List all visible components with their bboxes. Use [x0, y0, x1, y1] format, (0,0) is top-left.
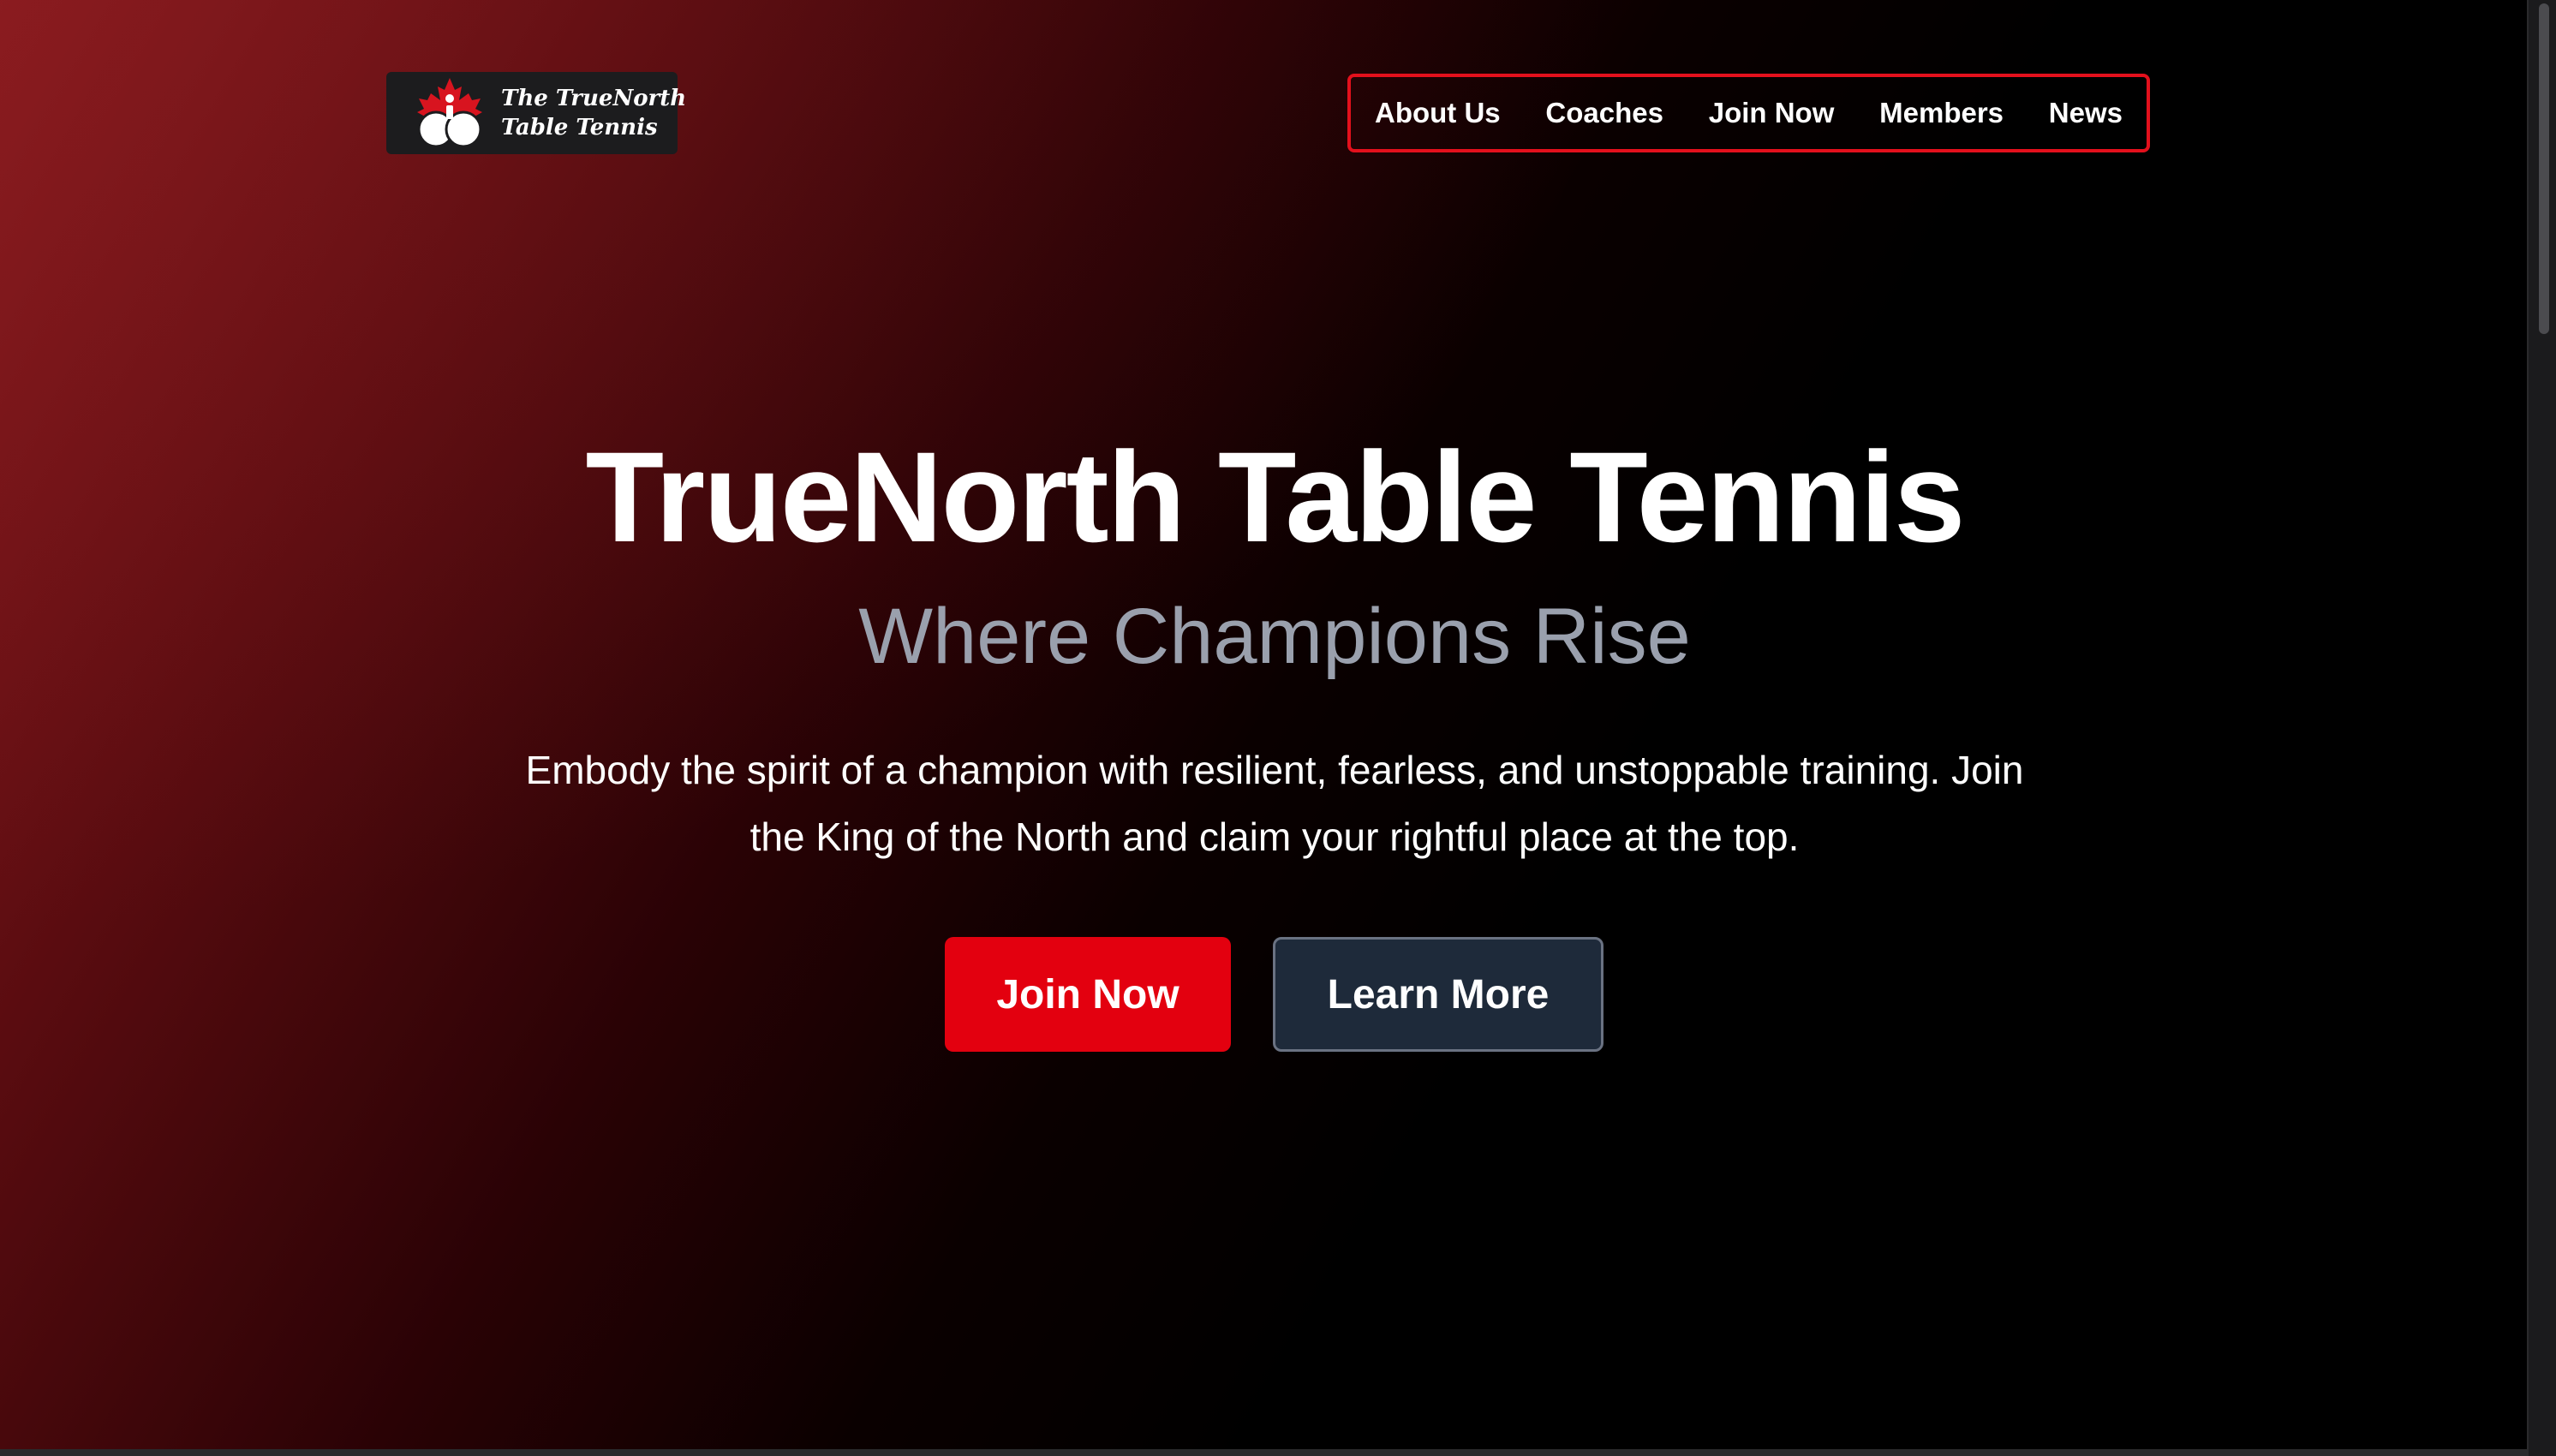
scrollbar-thumb[interactable]: [2539, 3, 2549, 334]
hero-title: TrueNorth Table Tennis: [585, 425, 1966, 569]
learn-more-button[interactable]: Learn More: [1273, 937, 1603, 1052]
join-now-button[interactable]: Join Now: [945, 937, 1231, 1052]
window-bottom-edge: [0, 1449, 2527, 1456]
hero-section: TrueNorth Table Tennis Where Champions R…: [0, 0, 2527, 1449]
hero-subtitle: Where Champions Rise: [858, 593, 1691, 680]
vertical-scrollbar[interactable]: [2527, 0, 2556, 1456]
hero-description: Embody the spirit of a champion with res…: [525, 748, 2024, 859]
